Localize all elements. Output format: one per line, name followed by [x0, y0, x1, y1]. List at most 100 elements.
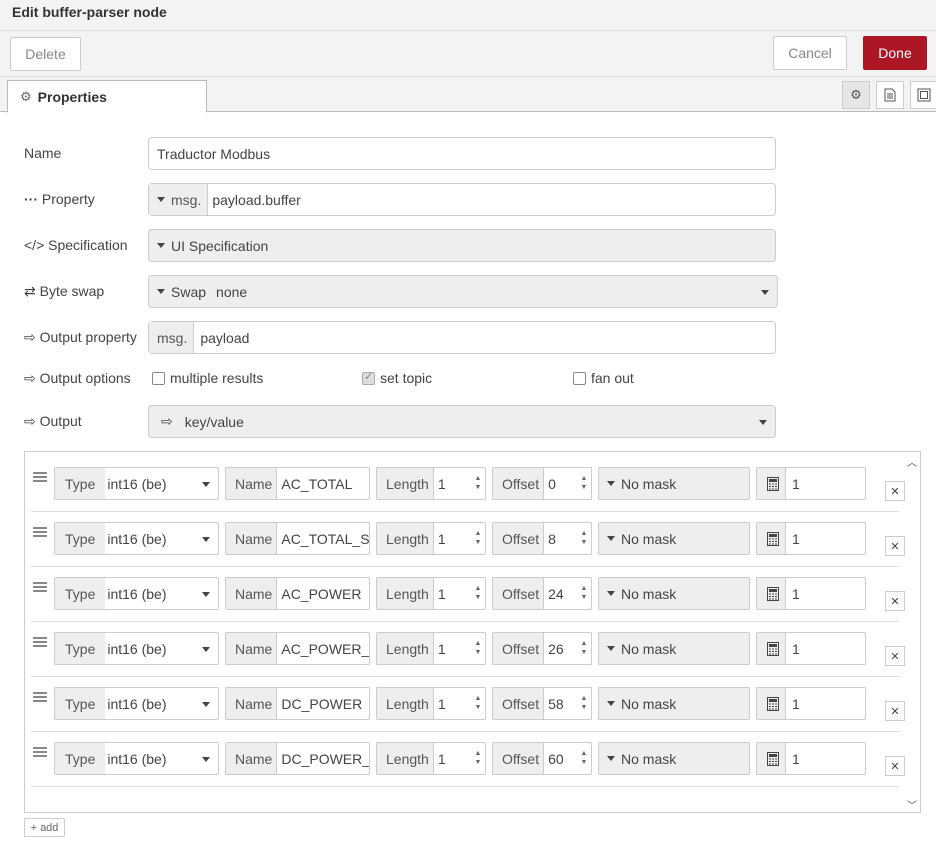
type-select[interactable]: Type int16 (be) — [54, 467, 219, 500]
mask-select[interactable]: No mask — [598, 687, 750, 720]
tab-properties[interactable]: ⚙ Properties — [7, 80, 207, 113]
scroll-down-icon[interactable]: ﹀ — [907, 797, 917, 812]
mask-select[interactable]: No mask — [598, 742, 750, 775]
name-prefix: Name — [226, 578, 278, 609]
name-input[interactable]: Traductor Modbus — [148, 137, 776, 170]
spinner-icon[interactable]: ▲ ▼ — [579, 584, 589, 604]
spinner-icon[interactable]: ▲ ▼ — [473, 584, 483, 604]
set-topic-option[interactable]: set topic — [362, 370, 432, 386]
property-type-select[interactable]: msg. — [149, 184, 209, 215]
name-field[interactable]: NameDC_POWER_SC — [225, 742, 370, 775]
items-list[interactable]: Type int16 (be) Name AC_TOTAL Length 1 ▲ ▼ Offse… — [24, 451, 921, 813]
name-field[interactable]: Name AC_TOTAL — [225, 467, 370, 500]
spinner-icon[interactable]: ▲ ▼ — [579, 474, 589, 494]
offset-field[interactable]: Offset 24 ▲ ▼ — [492, 577, 592, 610]
drag-handle-icon[interactable] — [33, 580, 47, 594]
length-field[interactable]: Length 1 ▲ ▼ — [376, 522, 486, 555]
offset-field[interactable]: Offset 0 ▲ ▼ — [492, 467, 592, 500]
byteswap-select[interactable]: Swap none — [148, 275, 778, 308]
name-prefix: Name — [226, 523, 278, 554]
specification-select[interactable]: UI Specification — [148, 229, 776, 262]
name-prefix: Name — [226, 633, 278, 664]
remove-item-button[interactable]: ✕ — [885, 481, 905, 501]
type-select[interactable]: Type int16 (be) — [54, 632, 219, 665]
drag-handle-icon[interactable] — [33, 525, 47, 539]
cancel-button[interactable]: Cancel — [773, 36, 847, 70]
length-prefix: Length — [377, 468, 434, 499]
spinner-icon[interactable]: ▲ ▼ — [473, 694, 483, 714]
spinner-icon[interactable]: ▲ ▼ — [579, 529, 589, 549]
spinner-icon[interactable]: ▲ ▼ — [579, 749, 589, 769]
appearance-tab-icon[interactable] — [910, 81, 936, 109]
drag-handle-icon[interactable] — [33, 690, 47, 704]
length-field[interactable]: Length 1 ▲ ▼ — [376, 467, 486, 500]
fan-out-option[interactable]: fan out — [573, 370, 634, 386]
offset-field[interactable]: Offset 58 ▲ ▼ — [492, 687, 592, 720]
mask-select[interactable]: No mask — [598, 632, 750, 665]
spinner-icon[interactable]: ▲ ▼ — [473, 639, 483, 659]
spinner-icon[interactable]: ▲ ▼ — [473, 749, 483, 769]
remove-item-button[interactable]: ✕ — [885, 536, 905, 556]
settings-tab-icon[interactable]: ⚙ — [842, 81, 870, 109]
length-field[interactable]: Length 1 ▲ ▼ — [376, 632, 486, 665]
length-prefix: Length — [377, 633, 434, 664]
scale-field[interactable]: 1 — [756, 522, 866, 555]
length-field[interactable]: Length 1 ▲ ▼ — [376, 577, 486, 610]
caret-down-icon — [157, 197, 165, 202]
mask-select[interactable]: No mask — [598, 577, 750, 610]
remove-item-button[interactable]: ✕ — [885, 591, 905, 611]
drag-handle-icon[interactable] — [33, 635, 47, 649]
spinner-icon[interactable]: ▲ ▼ — [473, 529, 483, 549]
type-select[interactable]: Type int16 (be) — [54, 742, 219, 775]
multiple-results-option[interactable]: multiple results — [152, 370, 263, 386]
type-select[interactable]: Type int16 (be) — [54, 522, 219, 555]
length-prefix: Length — [377, 523, 434, 554]
description-tab-icon[interactable] — [876, 81, 904, 109]
mask-select[interactable]: No mask — [598, 467, 750, 500]
multiple-results-checkbox[interactable] — [152, 371, 165, 385]
length-value: 1 — [437, 750, 446, 767]
name-value: DC_POWER_SC — [281, 750, 370, 767]
length-field[interactable]: Length 1 ▲ ▼ — [376, 687, 486, 720]
mask-value: No mask — [621, 475, 677, 492]
scale-field[interactable]: 1 — [756, 742, 866, 775]
scroll-up-icon[interactable]: ︿ — [907, 454, 917, 469]
remove-item-button[interactable]: ✕ — [885, 756, 905, 776]
name-field[interactable]: Name AC_TOTAL_SC — [225, 522, 370, 555]
delete-button[interactable]: Delete — [10, 37, 81, 71]
scale-field[interactable]: 1 — [756, 632, 866, 665]
scale-field[interactable]: 1 — [756, 467, 866, 500]
output-select[interactable]: ⇨ key/value — [148, 405, 776, 438]
length-field[interactable]: Length 1 ▲ ▼ — [376, 742, 486, 775]
property-input[interactable]: msg. payload.buffer — [148, 183, 776, 216]
mask-value: No mask — [621, 585, 677, 602]
add-item-button[interactable]: + add — [24, 818, 65, 837]
swap-icon: ⇄ — [24, 283, 36, 299]
offset-field[interactable]: Offset 60 ▲ ▼ — [492, 742, 592, 775]
drag-handle-icon[interactable] — [33, 470, 47, 484]
spinner-icon[interactable]: ▲ ▼ — [473, 474, 483, 494]
outprop-input[interactable]: msg. payload — [148, 321, 776, 354]
output-label: ⇨ Output — [24, 413, 82, 429]
name-field[interactable]: Name DC_POWER — [225, 687, 370, 720]
fan-out-checkbox[interactable] — [573, 371, 586, 385]
name-field[interactable]: NameAC_POWER_SC — [225, 632, 370, 665]
spinner-icon[interactable]: ▲ ▼ — [579, 694, 589, 714]
scale-field[interactable]: 1 — [756, 687, 866, 720]
remove-item-button[interactable]: ✕ — [885, 701, 905, 721]
drag-handle-icon[interactable] — [33, 745, 47, 759]
spinner-icon[interactable]: ▲ ▼ — [579, 639, 589, 659]
offset-field[interactable]: Offset 26 ▲ ▼ — [492, 632, 592, 665]
type-select[interactable]: Type int16 (be) — [54, 687, 219, 720]
offset-value: 26 — [548, 640, 564, 657]
done-button[interactable]: Done — [863, 36, 927, 70]
caret-down-icon — [607, 701, 615, 706]
length-value: 1 — [437, 695, 446, 712]
set-topic-checkbox[interactable] — [362, 370, 375, 385]
mask-select[interactable]: No mask — [598, 522, 750, 555]
scale-field[interactable]: 1 — [756, 577, 866, 610]
name-field[interactable]: Name AC_POWER — [225, 577, 370, 610]
type-select[interactable]: Type int16 (be) — [54, 577, 219, 610]
remove-item-button[interactable]: ✕ — [885, 646, 905, 666]
offset-field[interactable]: Offset 8 ▲ ▼ — [492, 522, 592, 555]
